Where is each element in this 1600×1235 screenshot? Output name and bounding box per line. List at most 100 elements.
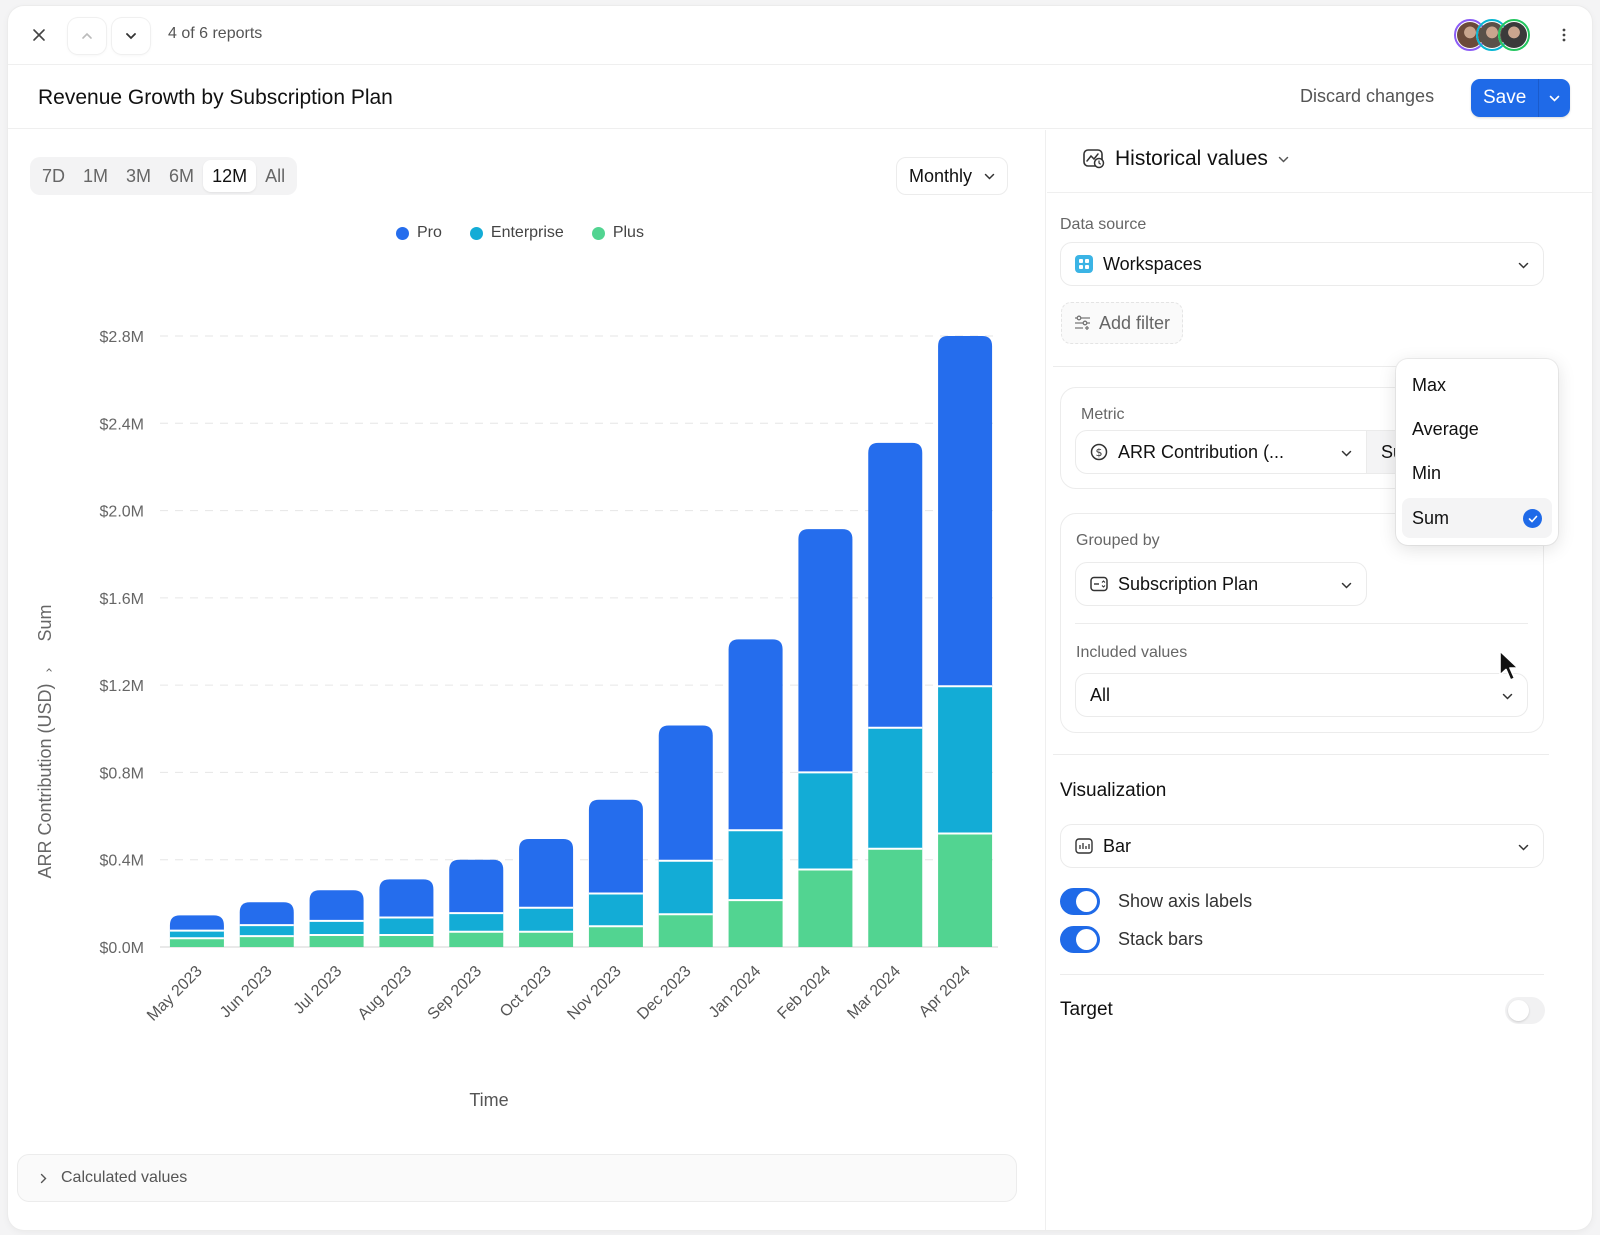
dropdown-option-max[interactable]: Max — [1402, 365, 1552, 405]
previous-report-button[interactable] — [68, 18, 106, 54]
y-axis-title[interactable]: ARR Contribution (USD) › Sum — [35, 604, 57, 878]
bar-stack[interactable] — [868, 442, 923, 947]
grouped-by-value: Subscription Plan — [1118, 573, 1259, 594]
metric-label: Metric — [1081, 406, 1125, 423]
save-options-button[interactable] — [1538, 79, 1570, 117]
y-tick-label: $1.2M — [100, 678, 144, 695]
bar-segment-pro[interactable] — [449, 859, 504, 914]
bar-segment-pro[interactable] — [239, 902, 294, 926]
bar-stack[interactable] — [169, 915, 224, 947]
bar-stack[interactable] — [798, 529, 853, 947]
x-tick-label: Jun 2023 — [217, 963, 276, 1022]
close-button[interactable] — [24, 20, 54, 50]
included-values-select[interactable]: All — [1075, 673, 1528, 717]
stack-bars-toggle[interactable] — [1060, 926, 1100, 953]
show-axis-labels-row: Show axis labels — [1060, 888, 1252, 915]
more-vertical-icon — [1562, 28, 1566, 42]
data-source-select[interactable]: Workspaces — [1060, 242, 1544, 286]
bar-segment-enterprise[interactable] — [728, 830, 783, 901]
divider — [1053, 754, 1549, 755]
x-tick-label: Feb 2024 — [774, 963, 834, 1023]
mouse-pointer-icon — [1499, 650, 1519, 681]
svg-text:$: $ — [1096, 446, 1103, 459]
bar-segment-plus[interactable] — [449, 931, 504, 947]
bar-segment-pro[interactable] — [728, 639, 783, 831]
y-axis-label: ARR Contribution (USD) — [35, 683, 55, 878]
target-toggle[interactable] — [1505, 997, 1545, 1024]
grouped-by-select[interactable]: Subscription Plan — [1075, 562, 1367, 606]
dropdown-option-sum[interactable]: Sum — [1402, 498, 1552, 538]
bar-segment-pro[interactable] — [798, 529, 853, 773]
bar-segment-pro[interactable] — [658, 725, 713, 861]
bar-segment-pro[interactable] — [938, 336, 993, 687]
bar-segment-enterprise[interactable] — [239, 925, 294, 937]
bar-stack[interactable] — [239, 902, 294, 947]
next-report-button[interactable] — [112, 18, 150, 54]
bar-stack[interactable] — [658, 725, 713, 947]
bar-segment-plus[interactable] — [379, 934, 434, 947]
bar-segment-plus[interactable] — [239, 936, 294, 947]
included-values-label: Included values — [1076, 644, 1188, 661]
visualization-select[interactable]: Bar — [1060, 824, 1544, 868]
add-filter-button[interactable]: Add filter — [1061, 302, 1184, 344]
discard-changes-button[interactable]: Discard changes — [1300, 86, 1434, 107]
save-button[interactable]: Save — [1471, 79, 1538, 117]
bar-segment-plus[interactable] — [938, 833, 993, 947]
bar-stack[interactable] — [309, 890, 364, 947]
chevron-down-icon — [1341, 577, 1352, 592]
bar-stack[interactable] — [588, 799, 643, 947]
bar-segment-enterprise[interactable] — [379, 917, 434, 935]
bar-segment-pro[interactable] — [868, 442, 923, 728]
x-tick-label: Jul 2023 — [291, 963, 346, 1018]
calculated-values-section[interactable]: Calculated values — [17, 1154, 1017, 1202]
dropdown-option-min[interactable]: Min — [1402, 453, 1552, 493]
bar-segment-plus[interactable] — [519, 931, 574, 947]
bar-segment-enterprise[interactable] — [519, 907, 574, 932]
y-tick-label: $0.8M — [100, 765, 144, 782]
bar-segment-enterprise[interactable] — [449, 913, 504, 932]
panel-title: Historical values — [1115, 147, 1268, 170]
bar-stack[interactable] — [728, 639, 783, 947]
bar-segment-plus[interactable] — [868, 848, 923, 947]
y-tick-label: $2.8M — [100, 329, 144, 346]
bar-segment-enterprise[interactable] — [169, 930, 224, 939]
bar-segment-enterprise[interactable] — [938, 686, 993, 834]
dropdown-option-average[interactable]: Average — [1402, 409, 1552, 449]
bar-stack[interactable] — [379, 879, 434, 947]
bar-segment-enterprise[interactable] — [798, 772, 853, 870]
bar-segment-pro[interactable] — [519, 838, 574, 908]
report-header: Revenue Growth by Subscription Plan Disc… — [8, 66, 1592, 129]
panel-header: Historical values — [1047, 130, 1592, 193]
bar-segment-plus[interactable] — [798, 869, 853, 947]
bar-segment-enterprise[interactable] — [868, 727, 923, 849]
metric-select[interactable]: $ ARR Contribution (... — [1075, 430, 1367, 474]
bar-segment-plus[interactable] — [658, 914, 713, 947]
x-tick-label: Jan 2024 — [706, 963, 765, 1022]
bar-stack[interactable] — [519, 838, 574, 947]
more-options-button[interactable] — [1552, 20, 1576, 50]
avatar[interactable] — [1498, 19, 1530, 51]
bar-segment-enterprise[interactable] — [309, 920, 364, 935]
bar-segment-plus[interactable] — [169, 938, 224, 947]
bar-segment-plus[interactable] — [309, 934, 364, 947]
toggle-knob — [1076, 929, 1097, 950]
bar-segment-enterprise[interactable] — [658, 860, 713, 915]
aggregation-dropdown-menu: Max Average Min Sum — [1396, 359, 1558, 545]
bar-stack[interactable] — [449, 859, 504, 947]
bar-stack[interactable] — [938, 336, 993, 947]
bar-segment-plus[interactable] — [588, 926, 643, 947]
y-axis-chevron-icon: › — [42, 667, 57, 672]
page-title: Revenue Growth by Subscription Plan — [38, 86, 393, 109]
historical-values-selector[interactable]: Historical values — [1083, 147, 1289, 171]
bar-segment-plus[interactable] — [728, 900, 783, 947]
show-axis-labels-toggle[interactable] — [1060, 888, 1100, 915]
bar-segment-pro[interactable] — [379, 879, 434, 918]
bar-segment-pro[interactable] — [309, 890, 364, 921]
checkmark-icon — [1523, 509, 1542, 528]
bar-segment-pro[interactable] — [169, 915, 224, 931]
stacked-bar-chart: $0.0M $0.4M $0.8M $1.2M $1.6M $2.0M $2.4M $2.8M… — [35, 329, 998, 1110]
bar-segment-enterprise[interactable] — [588, 893, 643, 927]
filter-sliders-icon — [1075, 315, 1090, 330]
chevron-down-icon — [1518, 839, 1529, 854]
bar-segment-pro[interactable] — [588, 799, 643, 894]
